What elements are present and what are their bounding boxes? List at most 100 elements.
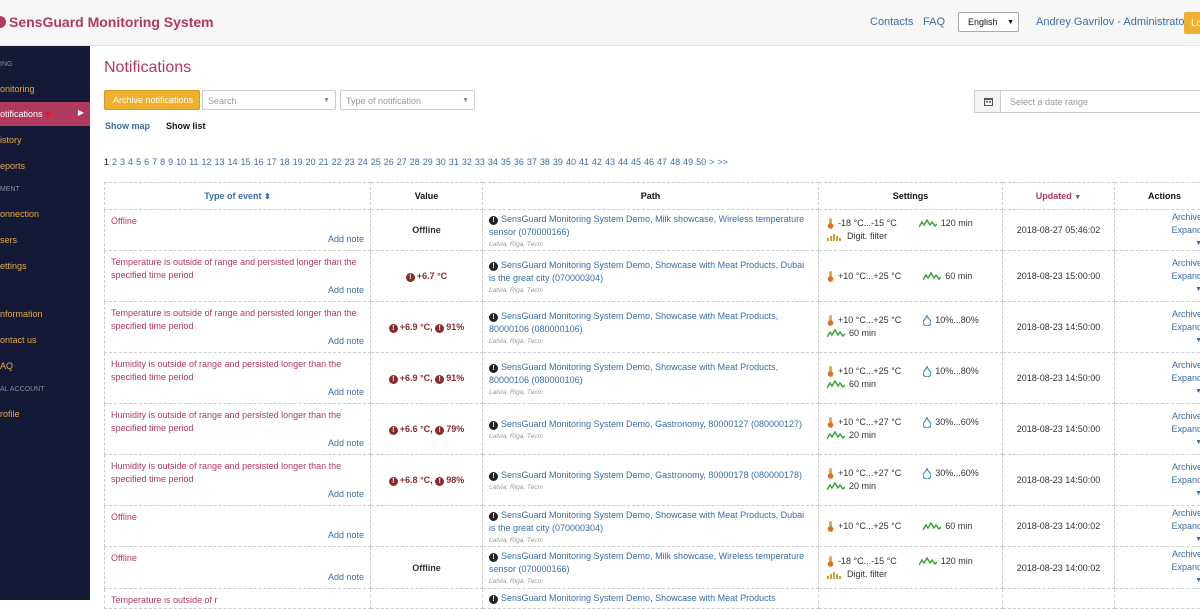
path-link[interactable]: !SensGuard Monitoring System Demo, Gastr… [489,469,812,482]
page-link[interactable]: 7 [152,157,157,167]
path-link[interactable]: !SensGuard Monitoring System Demo, Milk … [489,213,812,239]
page-link[interactable]: 27 [397,157,407,167]
page-link[interactable]: 3 [120,157,125,167]
page-link[interactable]: 21 [319,157,329,167]
page-link[interactable]: 28 [410,157,420,167]
page-link[interactable]: 8 [160,157,165,167]
page-link[interactable]: 43 [605,157,615,167]
calendar-icon[interactable] [975,91,1001,112]
page-link[interactable]: 38 [540,157,550,167]
expand-link[interactable]: Expand ▼ [1121,372,1200,398]
search-input[interactable]: Search▼ [202,90,336,110]
sidebar-item-contact-us[interactable]: ontact us [0,328,90,352]
path-link[interactable]: !SensGuard Monitoring System Demo, Showc… [489,259,812,285]
page-link[interactable]: 44 [618,157,628,167]
page-link[interactable]: 30 [436,157,446,167]
add-note-link[interactable]: Add note [328,530,364,540]
contacts-link[interactable]: Contacts [870,16,913,28]
sidebar-item-connection[interactable]: onnection [0,202,90,226]
expand-link[interactable]: Expand ▼ [1121,520,1200,546]
sidebar-item-notifications[interactable]: otifications▶ [0,102,90,126]
page-link[interactable]: 33 [475,157,485,167]
page-link[interactable]: 35 [501,157,511,167]
add-note-link[interactable]: Add note [328,336,364,346]
add-note-link[interactable]: Add note [328,387,364,397]
archive-link[interactable]: Archive [1121,461,1200,474]
archive-link[interactable]: Archive [1121,507,1200,520]
column-header-updated[interactable]: Updated ▼ [1003,183,1115,210]
show-map-link[interactable]: Show map [105,121,150,131]
column-header-type[interactable]: Type of event ⬍ [105,183,371,210]
page-link[interactable]: 16 [254,157,264,167]
sidebar-item-faq[interactable]: AQ [0,354,90,378]
page-link[interactable]: 48 [670,157,680,167]
page-link[interactable]: 37 [527,157,537,167]
expand-link[interactable]: Expand ▼ [1121,423,1200,449]
archive-link[interactable]: Archive [1121,257,1200,270]
page-link[interactable]: 32 [462,157,472,167]
last-page-link[interactable]: >> [717,157,728,167]
page-link[interactable]: 31 [449,157,459,167]
archive-link[interactable]: Archive [1121,308,1200,321]
page-link[interactable]: 13 [215,157,225,167]
page-link[interactable]: 4 [128,157,133,167]
expand-link[interactable]: Expand ▼ [1121,561,1200,587]
path-link[interactable]: !SensGuard Monitoring System Demo, Milk … [489,550,812,576]
page-link[interactable]: 10 [176,157,186,167]
page-link[interactable]: 45 [631,157,641,167]
page-link[interactable]: 11 [189,157,198,167]
page-link[interactable]: 42 [592,157,602,167]
page-link[interactable]: 20 [306,157,316,167]
add-note-link[interactable]: Add note [328,438,364,448]
notification-type-select[interactable]: Type of notification▼ [340,90,475,110]
faq-link[interactable]: FAQ [923,16,945,28]
archive-notifications-button[interactable]: Archive notifications [104,90,200,110]
path-link[interactable]: !SensGuard Monitoring System Demo, Gastr… [489,418,812,431]
page-link[interactable]: 18 [280,157,290,167]
user-link[interactable]: Andrey Gavrilov - Administrator [1036,16,1188,28]
path-link[interactable]: !SensGuard Monitoring System Demo, Showc… [489,310,812,336]
page-link[interactable]: 2 [112,157,117,167]
app-logo[interactable]: SensGuard Monitoring System [0,14,214,30]
archive-link[interactable]: Archive [1121,548,1200,561]
sidebar-item-users[interactable]: sers [0,228,90,252]
page-link[interactable]: 40 [566,157,576,167]
path-link[interactable]: !SensGuard Monitoring System Demo, Showc… [489,592,812,605]
page-link[interactable]: 50 [696,157,706,167]
page-link[interactable]: 29 [423,157,433,167]
page-link[interactable]: 23 [345,157,355,167]
page-link[interactable]: 46 [644,157,654,167]
page-link[interactable]: 5 [136,157,141,167]
page-link[interactable]: 41 [579,157,589,167]
add-note-link[interactable]: Add note [328,234,364,244]
archive-link[interactable]: Archive [1121,410,1200,423]
page-link[interactable]: 36 [514,157,524,167]
page-link[interactable]: 19 [293,157,303,167]
next-page-link[interactable]: > [709,157,714,167]
page-link[interactable]: 14 [228,157,238,167]
path-link[interactable]: !SensGuard Monitoring System Demo, Showc… [489,361,812,387]
expand-link[interactable]: Expand ▼ [1121,474,1200,500]
page-link[interactable]: 25 [371,157,381,167]
page-link[interactable]: 22 [332,157,342,167]
page-link[interactable]: 12 [202,157,212,167]
show-list-link[interactable]: Show list [166,121,206,131]
sidebar-item-profile[interactable]: rofile [0,402,90,426]
add-note-link[interactable]: Add note [328,572,364,582]
add-note-link[interactable]: Add note [328,489,364,499]
sidebar-item-history[interactable]: istory [0,128,90,152]
archive-link[interactable]: Archive [1121,211,1200,224]
page-link[interactable]: 9 [168,157,173,167]
logout-button[interactable]: Lo [1184,12,1200,34]
sidebar-item-information[interactable]: nformation [0,302,90,326]
date-range-input[interactable]: Select a date range [974,90,1200,113]
page-link[interactable]: 6 [144,157,149,167]
page-link-current[interactable]: 1 [104,157,109,167]
page-link[interactable]: 24 [358,157,368,167]
page-link[interactable]: 15 [241,157,251,167]
page-link[interactable]: 17 [267,157,277,167]
page-link[interactable]: 47 [657,157,667,167]
page-link[interactable]: 49 [683,157,693,167]
add-note-link[interactable]: Add note [328,285,364,295]
path-link[interactable]: !SensGuard Monitoring System Demo, Showc… [489,509,812,535]
